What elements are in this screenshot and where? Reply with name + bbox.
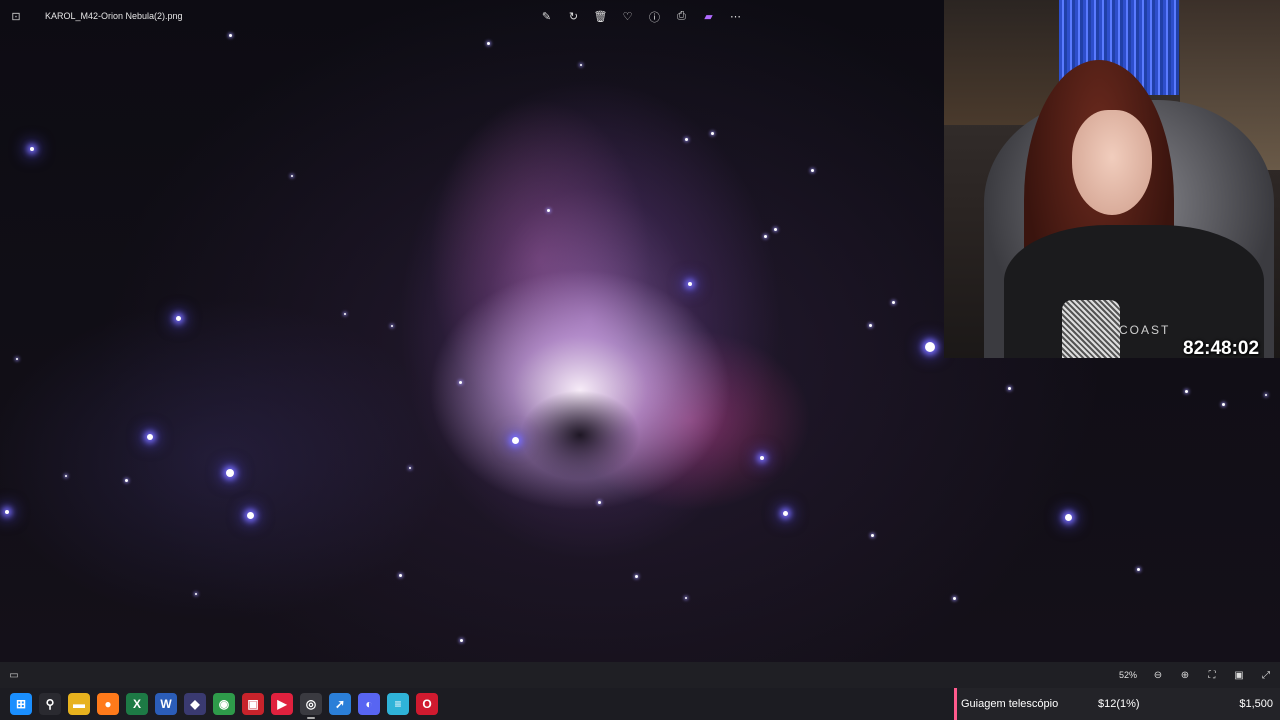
star — [773, 227, 777, 231]
star — [925, 342, 935, 352]
rotate-icon[interactable]: ↻ — [565, 8, 582, 25]
streamer-face — [1072, 110, 1152, 215]
filmstrip-icon[interactable]: ▭ — [8, 669, 20, 681]
fit-to-window-icon[interactable]: ⛶ — [1204, 667, 1220, 683]
zoom-controls: 52% ⊖ ⊕ ⛶ ▣ ⤢ — [1119, 667, 1274, 683]
star — [228, 33, 232, 37]
chrome-icon[interactable]: ◉ — [213, 693, 235, 715]
star — [344, 313, 346, 315]
app-blue-arrow-icon[interactable]: ➚ — [329, 693, 351, 715]
fullscreen-icon[interactable]: ⤢ — [1258, 667, 1274, 683]
excel-icon[interactable]: X — [126, 693, 148, 715]
file-title: KAROL_M42-Orion Nebula(2).png — [45, 11, 183, 21]
star — [580, 64, 582, 66]
goal-target: $1,500 — [1239, 698, 1273, 710]
opera-icon[interactable]: O — [416, 693, 438, 715]
microphone — [1062, 300, 1120, 358]
donation-goal: Guiagem telescópio $12(1%) $1,500 — [954, 688, 1280, 720]
star — [710, 131, 714, 135]
star — [16, 358, 18, 360]
app-diamond-icon[interactable]: ◆ — [184, 693, 206, 715]
app-red-badge-icon[interactable]: ▣ — [242, 693, 264, 715]
star — [486, 41, 490, 45]
star — [1221, 402, 1225, 406]
star — [291, 175, 293, 177]
search-icon[interactable]: ⚲ — [39, 693, 61, 715]
star — [685, 597, 687, 599]
goal-name: Guiagem telescópio — [961, 698, 1059, 710]
star — [782, 510, 788, 516]
star — [870, 533, 874, 537]
star — [1064, 513, 1072, 521]
star — [684, 137, 688, 141]
star — [398, 573, 402, 577]
star — [763, 234, 767, 238]
star — [195, 593, 197, 595]
delete-icon[interactable]: 🗑 — [592, 8, 609, 25]
zoom-level[interactable]: 52% — [1119, 670, 1137, 680]
favorite-icon[interactable]: ♡ — [619, 8, 636, 25]
webcam-overlay: COAST — [944, 0, 1280, 358]
star — [688, 282, 692, 286]
stream-timer: 82:48:02 — [1183, 338, 1260, 359]
star — [1265, 394, 1267, 396]
info-icon[interactable]: ⓘ — [646, 8, 663, 25]
zoom-out-icon[interactable]: ⊖ — [1150, 667, 1166, 683]
firefox-icon[interactable]: ● — [97, 693, 119, 715]
shirt-text: COAST — [1119, 323, 1171, 337]
star — [634, 574, 638, 578]
star — [511, 436, 519, 444]
background-shelf — [944, 0, 1059, 125]
star — [5, 510, 9, 514]
edit-icon[interactable]: ✎ — [538, 8, 555, 25]
actual-size-icon[interactable]: ▣ — [1231, 667, 1247, 683]
obs-icon[interactable]: ◎ — [300, 693, 322, 719]
photos-app-icon[interactable]: ⊡ — [8, 8, 24, 24]
star — [459, 638, 463, 642]
star — [1136, 567, 1140, 571]
star — [226, 469, 234, 477]
star — [65, 475, 67, 477]
viewer-toolbar: ✎ ↻ 🗑 ♡ ⓘ ⎙ ▰ ⋯ — [538, 8, 744, 25]
notepad-icon[interactable]: ≡ — [387, 693, 409, 715]
star — [760, 456, 764, 460]
star — [1007, 386, 1011, 390]
star — [147, 434, 153, 440]
star — [30, 147, 34, 151]
windows-start-icon[interactable]: ⊞ — [10, 693, 32, 715]
star — [458, 380, 462, 384]
viewer-title-bar: ⊡ KAROL_M42-Orion Nebula(2).png — [0, 0, 944, 32]
print-icon[interactable]: ⎙ — [673, 8, 690, 25]
star — [391, 325, 393, 327]
taskbar-apps: ⊞ ⚲ ▬ ● X W ◆ ◉ ▣ ▶ ◎ ➚ ◐ ≡ O — [10, 693, 438, 719]
star — [409, 467, 411, 469]
star — [246, 511, 254, 519]
star — [124, 478, 128, 482]
nebula-dark-lane — [520, 390, 640, 480]
goal-current: $12(1%) — [1098, 698, 1140, 710]
star — [868, 323, 872, 327]
star — [546, 208, 550, 212]
star — [175, 315, 181, 321]
star — [1184, 389, 1188, 393]
star — [597, 500, 601, 504]
star — [891, 300, 895, 304]
star — [952, 596, 956, 600]
viewer-bottom-bar: ▭ 52% ⊖ ⊕ ⛶ ▣ ⤢ — [0, 662, 1280, 688]
word-icon[interactable]: W — [155, 693, 177, 715]
star — [810, 168, 814, 172]
more-icon[interactable]: ⋯ — [727, 8, 744, 25]
editor-app-icon[interactable]: ▰ — [700, 8, 717, 25]
zoom-in-icon[interactable]: ⊕ — [1177, 667, 1193, 683]
file-explorer-icon[interactable]: ▬ — [68, 693, 90, 715]
discord-icon[interactable]: ◐ — [358, 693, 380, 715]
media-player-icon[interactable]: ▶ — [271, 693, 293, 715]
